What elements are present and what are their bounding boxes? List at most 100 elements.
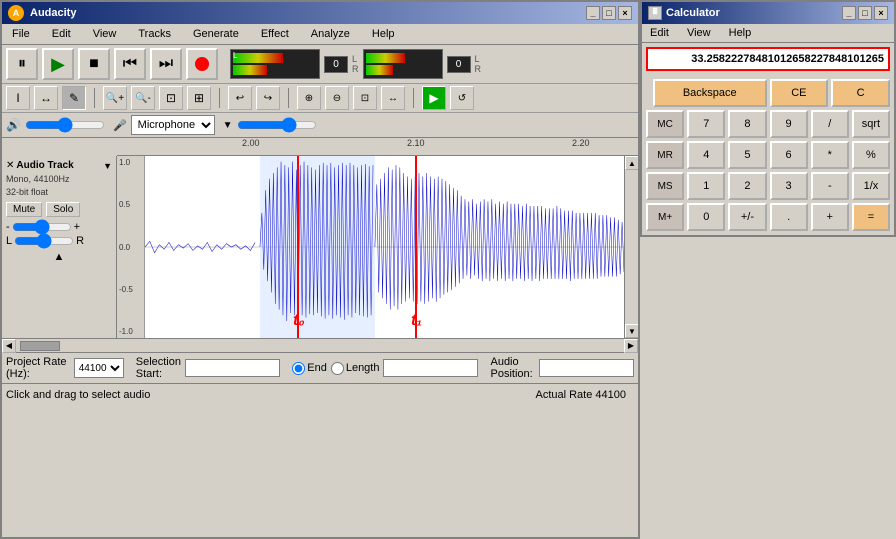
menu-analyze[interactable]: Analyze (305, 26, 356, 42)
calc-ms-button[interactable]: MS (646, 172, 684, 200)
track-name-dropdown[interactable]: Audio Track (16, 160, 101, 171)
zoom-sel-tool[interactable]: ⊕ (297, 86, 321, 110)
calc-6-button[interactable]: 6 (770, 141, 808, 169)
calc-backspace-button[interactable]: Backspace (653, 79, 767, 107)
output-volume-slider[interactable] (25, 119, 105, 131)
zoom-in-tool[interactable]: 🔍+ (103, 86, 127, 110)
zoom-out2-tool[interactable]: ⊖ (325, 86, 349, 110)
marker-t0 (297, 156, 299, 338)
loop-button[interactable]: ↺ (450, 86, 474, 110)
calc-divide-button[interactable]: / (811, 110, 849, 138)
calculator-title-bar: 🖩 Calculator _ □ × (642, 2, 894, 24)
scroll-down-button[interactable]: ▼ (625, 324, 638, 338)
calc-menu-help[interactable]: Help (725, 26, 756, 40)
solo-button[interactable]: Solo (46, 202, 80, 217)
minimize-button[interactable]: _ (586, 6, 600, 20)
stop-button[interactable]: ■ (78, 48, 110, 80)
scroll-left-button[interactable]: ◀ (2, 339, 16, 353)
calc-minimize-button[interactable]: _ (842, 6, 856, 20)
calc-9-button[interactable]: 9 (770, 110, 808, 138)
audio-position-input[interactable]: 00 h 00 m 00,000 s (539, 359, 634, 377)
scroll-up-button[interactable]: ▲ (625, 156, 638, 170)
calc-mr-button[interactable]: MR (646, 141, 684, 169)
menu-tracks[interactable]: Tracks (132, 26, 177, 42)
calc-minus-button[interactable]: - (811, 172, 849, 200)
menu-effect[interactable]: Effect (255, 26, 295, 42)
menu-help[interactable]: Help (366, 26, 401, 42)
calc-menu-edit[interactable]: Edit (646, 26, 673, 40)
zoom-fit2-tool[interactable]: ⊡ (353, 86, 377, 110)
undo-button[interactable]: ↩ (228, 86, 252, 110)
scroll-thumb-h[interactable] (20, 341, 60, 351)
redo-button[interactable]: ↪ (256, 86, 280, 110)
menu-edit[interactable]: Edit (46, 26, 77, 42)
selection-start-input[interactable]: 00 h 00 m 02,202 s (185, 359, 280, 377)
calc-2-button[interactable]: 2 (728, 172, 766, 200)
calc-plus-button[interactable]: + (811, 203, 849, 231)
zoom-out-tool[interactable]: 🔍- (131, 86, 155, 110)
close-button[interactable]: × (618, 6, 632, 20)
calc-c-button[interactable]: C (831, 79, 890, 107)
calc-multiply-button[interactable]: * (811, 141, 849, 169)
waveform-area[interactable]: 1.0 0.5 0.0 -0.5 -1.0 (117, 156, 638, 338)
calc-7-button[interactable]: 7 (687, 110, 725, 138)
calc-0-button[interactable]: 0 (687, 203, 725, 231)
end-radio[interactable] (292, 362, 305, 375)
vertical-scrollbar: ▲ ▼ (624, 156, 638, 338)
record-button[interactable] (186, 48, 218, 80)
calc-close-button[interactable]: × (874, 6, 888, 20)
calc-decimal-button[interactable]: . (770, 203, 808, 231)
skip-start-button[interactable]: ⏮ (114, 48, 146, 80)
project-rate-select[interactable]: 44100 (74, 358, 124, 378)
mic-icon: 🎤 (113, 119, 127, 132)
calc-8-button[interactable]: 8 (728, 110, 766, 138)
mute-button[interactable]: Mute (6, 202, 42, 217)
calc-display[interactable] (646, 47, 890, 71)
end-value-input[interactable]: 00 h 00 m 02,202 s (383, 359, 478, 377)
close-track-button[interactable]: ✕ (6, 160, 14, 171)
calc-sqrt-button[interactable]: sqrt (852, 110, 890, 138)
calc-1-button[interactable]: 1 (687, 172, 725, 200)
menu-generate[interactable]: Generate (187, 26, 245, 42)
fit-v-tool[interactable]: ⊞ (187, 86, 211, 110)
draw-tool[interactable]: ✎ (62, 86, 86, 110)
input-volume-slider[interactable] (237, 119, 317, 131)
pause-button[interactable]: ⏸ (6, 48, 38, 80)
menu-bar: File Edit View Tracks Generate Effect An… (2, 24, 638, 45)
calculator-window: 🖩 Calculator _ □ × Edit View Help Backsp… (640, 0, 896, 237)
calc-3-button[interactable]: 3 (770, 172, 808, 200)
calc-4-button[interactable]: 4 (687, 141, 725, 169)
calc-maximize-button[interactable]: □ (858, 6, 872, 20)
calc-menu-view[interactable]: View (683, 26, 715, 40)
maximize-button[interactable]: □ (602, 6, 616, 20)
play-button[interactable]: ▶ (42, 48, 74, 80)
calc-negate-button[interactable]: +/- (728, 203, 766, 231)
calc-5-button[interactable]: 5 (728, 141, 766, 169)
track-collapse-btn[interactable]: ▲ (6, 251, 112, 263)
fit-tool[interactable]: ⊡ (159, 86, 183, 110)
gain-slider[interactable] (12, 222, 72, 232)
length-radio[interactable] (331, 362, 344, 375)
scale-minus0.5: -0.5 (119, 285, 142, 294)
selection-tool[interactable]: I (6, 86, 30, 110)
calc-ce-button[interactable]: CE (770, 79, 829, 107)
end-radio-label[interactable]: End (292, 362, 327, 375)
microphone-select[interactable]: Microphone (131, 115, 215, 135)
pan-slider[interactable] (14, 236, 74, 246)
menu-file[interactable]: File (6, 26, 36, 42)
play-sel-button[interactable]: ▶ (422, 86, 446, 110)
calc-percent-button[interactable]: % (852, 141, 890, 169)
scale-0.0: 0.0 (119, 243, 142, 252)
gain-minus: - (6, 221, 10, 233)
envelope-tool[interactable]: ↔ (34, 86, 58, 110)
calc-reciprocal-button[interactable]: 1/x (852, 172, 890, 200)
skip-end-button[interactable]: ⏭ (150, 48, 182, 80)
length-radio-label[interactable]: Length (331, 362, 380, 375)
project-rate-group: Project Rate (Hz): 44100 (6, 356, 124, 380)
calc-mc-button[interactable]: MC (646, 110, 684, 138)
calc-equals-button[interactable]: = (852, 203, 890, 231)
zoom-width-tool[interactable]: ↔ (381, 86, 405, 110)
calc-mplus-button[interactable]: M+ (646, 203, 684, 231)
menu-view[interactable]: View (87, 26, 123, 42)
scroll-right-button[interactable]: ▶ (624, 339, 638, 353)
